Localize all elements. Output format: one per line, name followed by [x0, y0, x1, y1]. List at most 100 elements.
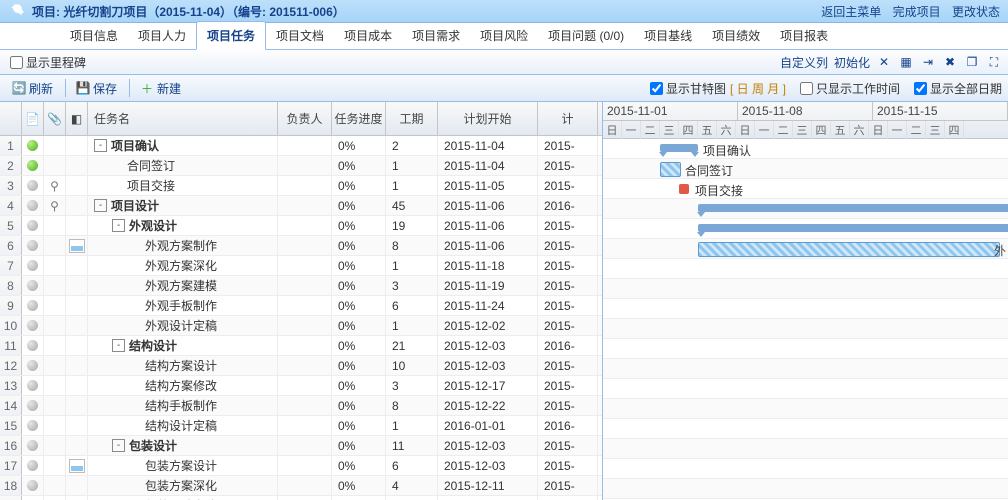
table-row[interactable]: 17包装方案设计0%62015-12-032015- — [0, 456, 602, 476]
table-row[interactable]: 1-项目确认0%22015-11-042015- — [0, 136, 602, 156]
col-start[interactable]: 计划开始 — [438, 102, 538, 135]
name-cell[interactable]: 包装方案设计 — [88, 456, 278, 475]
table-row[interactable]: 14结构手板制作0%82015-12-222015- — [0, 396, 602, 416]
name-cell[interactable]: 合同签订 — [88, 156, 278, 175]
gantt-bar[interactable] — [698, 224, 1008, 232]
fullscreen-icon[interactable]: ⛶ — [986, 54, 1002, 70]
name-cell[interactable]: -项目确认 — [88, 136, 278, 155]
table-row[interactable]: 7外观方案深化0%12015-11-182015- — [0, 256, 602, 276]
name-cell[interactable]: -包装设计 — [88, 436, 278, 455]
alldate-checkbox[interactable]: 显示全部日期 — [910, 79, 1002, 98]
gantt-bar[interactable] — [660, 162, 681, 177]
table-row[interactable]: 5-外观设计0%192015-11-062015- — [0, 216, 602, 236]
name-cell[interactable]: 包装设计定稿 — [88, 496, 278, 500]
table-row[interactable]: 19包装设计定稿0%12015-12-172015- — [0, 496, 602, 500]
table-row[interactable]: 4⚲-项目设计0%452015-11-062016- — [0, 196, 602, 216]
milestone-checkbox[interactable]: 显示里程碑 — [6, 53, 86, 72]
gantt-bar[interactable] — [698, 242, 1000, 257]
tab-0[interactable]: 项目信息 — [60, 22, 128, 49]
name-cell[interactable]: 外观设计定稿 — [88, 316, 278, 335]
tab-9[interactable]: 项目绩效 — [702, 22, 770, 49]
tab-3[interactable]: 项目文档 — [266, 22, 334, 49]
zoom-picker[interactable]: [ 日 周 月 ] — [730, 80, 786, 97]
table-row[interactable]: 2合同签订0%12015-11-042015- — [0, 156, 602, 176]
table-row[interactable]: 11-结构设计0%212015-12-032016- — [0, 336, 602, 356]
col-name[interactable]: 任务名 — [88, 102, 278, 135]
attach-cell — [44, 156, 66, 175]
refresh-button[interactable]: 🔄刷新 — [6, 78, 59, 99]
name-cell[interactable]: 外观方案制作 — [88, 236, 278, 255]
name-cell[interactable]: 外观方案深化 — [88, 256, 278, 275]
tab-5[interactable]: 项目需求 — [402, 22, 470, 49]
name-cell[interactable]: -项目设计 — [88, 196, 278, 215]
custom-cols-link[interactable]: 自定义列 — [780, 54, 828, 71]
table-row[interactable]: 8外观方案建模0%32015-11-192015- — [0, 276, 602, 296]
toggle-icon[interactable]: - — [112, 439, 125, 452]
name-cell[interactable]: -结构设计 — [88, 336, 278, 355]
shuffle-icon[interactable]: ✕ — [876, 54, 892, 70]
toggle-icon[interactable]: - — [112, 339, 125, 352]
name-cell[interactable]: 包装方案深化 — [88, 476, 278, 495]
show-gantt-checkbox[interactable]: 显示甘特图 — [646, 79, 726, 98]
link-status[interactable]: 更改状态 — [952, 5, 1000, 19]
gantt-row — [603, 439, 1008, 459]
name-cell[interactable]: 结构方案修改 — [88, 376, 278, 395]
end-cell: 2015- — [538, 216, 598, 235]
name-cell[interactable]: 结构设计定稿 — [88, 416, 278, 435]
col-status-icon[interactable]: 📄 — [22, 102, 44, 135]
name-cell[interactable]: 外观方案建模 — [88, 276, 278, 295]
link-finish[interactable]: 完成项目 — [893, 5, 941, 19]
toggle-icon[interactable]: - — [94, 199, 107, 212]
end-cell: 2015- — [538, 316, 598, 335]
progress-cell: 0% — [332, 256, 386, 275]
table-row[interactable]: 10外观设计定稿0%12015-12-022015- — [0, 316, 602, 336]
name-cell[interactable]: 结构手板制作 — [88, 396, 278, 415]
start-cell: 2015-12-03 — [438, 336, 538, 355]
gantt-bar[interactable] — [679, 184, 689, 194]
link-back[interactable]: 返回主菜单 — [821, 5, 881, 19]
table-row[interactable]: 12结构方案设计0%102015-12-032015- — [0, 356, 602, 376]
save-button[interactable]: 💾保存 — [70, 78, 123, 99]
tab-1[interactable]: 项目人力 — [128, 22, 196, 49]
workonly-checkbox[interactable]: 只显示工作时间 — [796, 79, 900, 98]
end-cell: 2016- — [538, 416, 598, 435]
toggle-icon[interactable]: - — [112, 219, 125, 232]
name-cell[interactable]: 外观手板制作 — [88, 296, 278, 315]
tab-2[interactable]: 项目任务 — [196, 21, 266, 50]
start-cell: 2016-01-01 — [438, 416, 538, 435]
status-ball — [27, 200, 38, 211]
copy-icon[interactable]: ❐ — [964, 54, 980, 70]
col-end[interactable]: 计 — [538, 102, 598, 135]
toggle-icon[interactable]: - — [94, 139, 107, 152]
table-row[interactable]: 18包装方案深化0%42015-12-112015- — [0, 476, 602, 496]
col-attach-icon[interactable]: 📎 — [44, 102, 66, 135]
tab-7[interactable]: 项目问题 (0/0) — [538, 22, 634, 49]
table-row[interactable]: 15结构设计定稿0%12016-01-012016- — [0, 416, 602, 436]
table-row[interactable]: 6外观方案制作0%82015-11-062015- — [0, 236, 602, 256]
table-row[interactable]: 3⚲项目交接0%12015-11-052015- — [0, 176, 602, 196]
table-row[interactable]: 13结构方案修改0%32015-12-172015- — [0, 376, 602, 396]
export-icon[interactable]: ⇥ — [920, 54, 936, 70]
new-button[interactable]: ＋新建 — [134, 78, 187, 99]
gantt-bar[interactable] — [698, 204, 1008, 212]
init-link[interactable]: 初始化 — [834, 54, 870, 71]
col-owner[interactable]: 负责人 — [278, 102, 332, 135]
col-progress[interactable]: 任务进度 — [332, 102, 386, 135]
name-cell[interactable]: -外观设计 — [88, 216, 278, 235]
delete-icon[interactable]: ✖ — [942, 54, 958, 70]
name-cell[interactable]: 项目交接 — [88, 176, 278, 195]
col-type-icon[interactable]: ◧ — [66, 102, 88, 135]
progress-cell: 0% — [332, 316, 386, 335]
tab-10[interactable]: 项目报表 — [770, 22, 838, 49]
table-row[interactable]: 16-包装设计0%112015-12-032015- — [0, 436, 602, 456]
gantt-bar[interactable] — [660, 144, 698, 152]
calendar-icon[interactable]: ▦ — [898, 54, 914, 70]
row-num: 16 — [0, 436, 22, 455]
tab-6[interactable]: 项目风险 — [470, 22, 538, 49]
table-row[interactable]: 9外观手板制作0%62015-11-242015- — [0, 296, 602, 316]
col-duration[interactable]: 工期 — [386, 102, 438, 135]
name-cell[interactable]: 结构方案设计 — [88, 356, 278, 375]
task-name: 项目确认 — [111, 137, 159, 154]
tab-4[interactable]: 项目成本 — [334, 22, 402, 49]
tab-8[interactable]: 项目基线 — [634, 22, 702, 49]
